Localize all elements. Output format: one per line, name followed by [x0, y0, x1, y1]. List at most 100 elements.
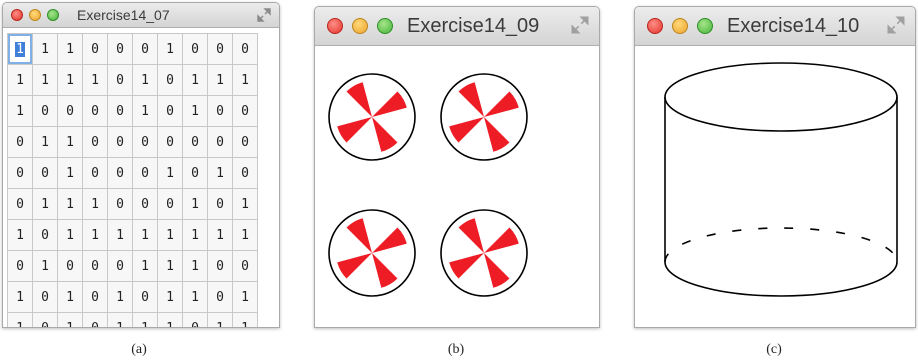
grid-text-field[interactable]: 0 [233, 127, 258, 158]
grid-text-field[interactable]: 0 [108, 251, 133, 282]
close-button[interactable] [647, 18, 663, 34]
grid-text-field[interactable]: 1 [83, 65, 108, 96]
grid-text-field[interactable]: 0 [108, 158, 133, 189]
grid-text-field[interactable]: 1 [58, 127, 83, 158]
grid-text-field[interactable]: 0 [133, 189, 158, 220]
grid-text-field[interactable]: 0 [33, 282, 58, 313]
grid-text-field[interactable]: 1 [208, 220, 233, 251]
grid-text-field[interactable]: 0 [133, 127, 158, 158]
grid-text-field[interactable]: 0 [33, 96, 58, 127]
close-button[interactable] [327, 18, 343, 34]
grid-text-field[interactable]: 0 [208, 251, 233, 282]
grid-text-field[interactable]: 0 [158, 96, 183, 127]
grid-text-field[interactable]: 1 [83, 220, 108, 251]
grid-text-field[interactable]: 0 [108, 96, 133, 127]
grid-text-field[interactable]: 0 [233, 251, 258, 282]
grid-text-field[interactable]: 1 [133, 220, 158, 251]
grid-text-field[interactable]: 0 [8, 251, 33, 282]
grid-text-field[interactable]: 1 [183, 251, 208, 282]
grid-text-field[interactable]: 1 [158, 251, 183, 282]
grid-text-field[interactable]: 0 [158, 65, 183, 96]
grid-text-field[interactable]: 1 [233, 189, 258, 220]
grid-text-field[interactable]: 0 [8, 158, 33, 189]
grid-text-field[interactable]: 1 [108, 220, 133, 251]
grid-text-field[interactable]: 0 [33, 313, 58, 327]
zoom-button[interactable] [47, 9, 59, 21]
fullscreen-icon[interactable] [887, 16, 905, 34]
zoom-button[interactable] [377, 18, 393, 34]
grid-text-field[interactable]: 0 [208, 282, 233, 313]
grid-text-field[interactable]: 0 [233, 158, 258, 189]
grid-text-field[interactable]: 1 [208, 65, 233, 96]
grid-text-field[interactable]: 1 [33, 65, 58, 96]
grid-text-field[interactable]: 1 [58, 65, 83, 96]
grid-text-field[interactable]: 0 [58, 251, 83, 282]
grid-text-field[interactable]: 0 [108, 34, 133, 65]
minimize-button[interactable] [29, 9, 41, 21]
grid-text-field[interactable]: 1 [233, 65, 258, 96]
grid-text-field[interactable]: 0 [158, 189, 183, 220]
grid-text-field[interactable]: 1 [58, 34, 83, 65]
grid-text-field[interactable]: 0 [208, 127, 233, 158]
grid-text-field[interactable]: 1 [8, 313, 33, 327]
grid-text-field[interactable]: 0 [108, 65, 133, 96]
grid-text-field[interactable]: 0 [8, 127, 33, 158]
grid-text-field[interactable]: 1 [8, 34, 33, 65]
grid-text-field[interactable]: 1 [208, 158, 233, 189]
grid-text-field[interactable]: 1 [183, 282, 208, 313]
grid-text-field[interactable]: 1 [183, 189, 208, 220]
grid-text-field[interactable]: 0 [83, 158, 108, 189]
grid-text-field[interactable]: 0 [183, 158, 208, 189]
grid-text-field[interactable]: 1 [33, 127, 58, 158]
grid-text-field[interactable]: 0 [33, 158, 58, 189]
grid-text-field[interactable]: 0 [233, 96, 258, 127]
grid-text-field[interactable]: 0 [83, 96, 108, 127]
grid-text-field[interactable]: 1 [133, 65, 158, 96]
grid-text-field[interactable]: 0 [108, 127, 133, 158]
grid-text-field[interactable]: 0 [83, 127, 108, 158]
minimize-button[interactable] [352, 18, 368, 34]
zoom-button[interactable] [697, 18, 713, 34]
grid-text-field[interactable]: 1 [8, 220, 33, 251]
grid-text-field[interactable]: 0 [208, 96, 233, 127]
grid-text-field[interactable]: 0 [108, 189, 133, 220]
fullscreen-icon[interactable] [571, 16, 589, 34]
grid-text-field[interactable]: 1 [183, 65, 208, 96]
grid-text-field[interactable]: 1 [33, 189, 58, 220]
grid-text-field[interactable]: 1 [33, 251, 58, 282]
grid-text-field[interactable]: 1 [58, 282, 83, 313]
grid-text-field[interactable]: 1 [58, 313, 83, 327]
grid-text-field[interactable]: 0 [33, 220, 58, 251]
grid-text-field[interactable]: 1 [158, 282, 183, 313]
grid-text-field[interactable]: 0 [83, 282, 108, 313]
grid-text-field[interactable]: 1 [208, 313, 233, 327]
grid-text-field[interactable]: 1 [233, 313, 258, 327]
grid-text-field[interactable]: 0 [158, 127, 183, 158]
grid-text-field[interactable]: 1 [158, 34, 183, 65]
grid-text-field[interactable]: 0 [233, 34, 258, 65]
grid-text-field[interactable]: 1 [233, 282, 258, 313]
grid-text-field[interactable]: 0 [133, 34, 158, 65]
grid-text-field[interactable]: 1 [8, 65, 33, 96]
grid-text-field[interactable]: 0 [208, 34, 233, 65]
grid-text-field[interactable]: 1 [158, 220, 183, 251]
grid-text-field[interactable]: 0 [183, 313, 208, 327]
grid-text-field[interactable]: 0 [133, 158, 158, 189]
grid-text-field[interactable]: 0 [58, 96, 83, 127]
minimize-button[interactable] [672, 18, 688, 34]
grid-text-field[interactable]: 1 [108, 282, 133, 313]
grid-text-field[interactable]: 1 [58, 158, 83, 189]
fullscreen-icon[interactable] [257, 8, 271, 22]
grid-text-field[interactable]: 1 [233, 220, 258, 251]
grid-text-field[interactable]: 0 [133, 282, 158, 313]
grid-text-field[interactable]: 1 [108, 313, 133, 327]
grid-text-field[interactable]: 1 [158, 158, 183, 189]
grid-text-field[interactable]: 0 [183, 127, 208, 158]
grid-text-field[interactable]: 1 [8, 96, 33, 127]
grid-text-field[interactable]: 1 [58, 220, 83, 251]
grid-text-field[interactable]: 0 [83, 251, 108, 282]
grid-text-field[interactable]: 1 [183, 220, 208, 251]
grid-text-field[interactable]: 1 [133, 96, 158, 127]
grid-text-field[interactable]: 0 [83, 34, 108, 65]
close-button[interactable] [11, 9, 23, 21]
